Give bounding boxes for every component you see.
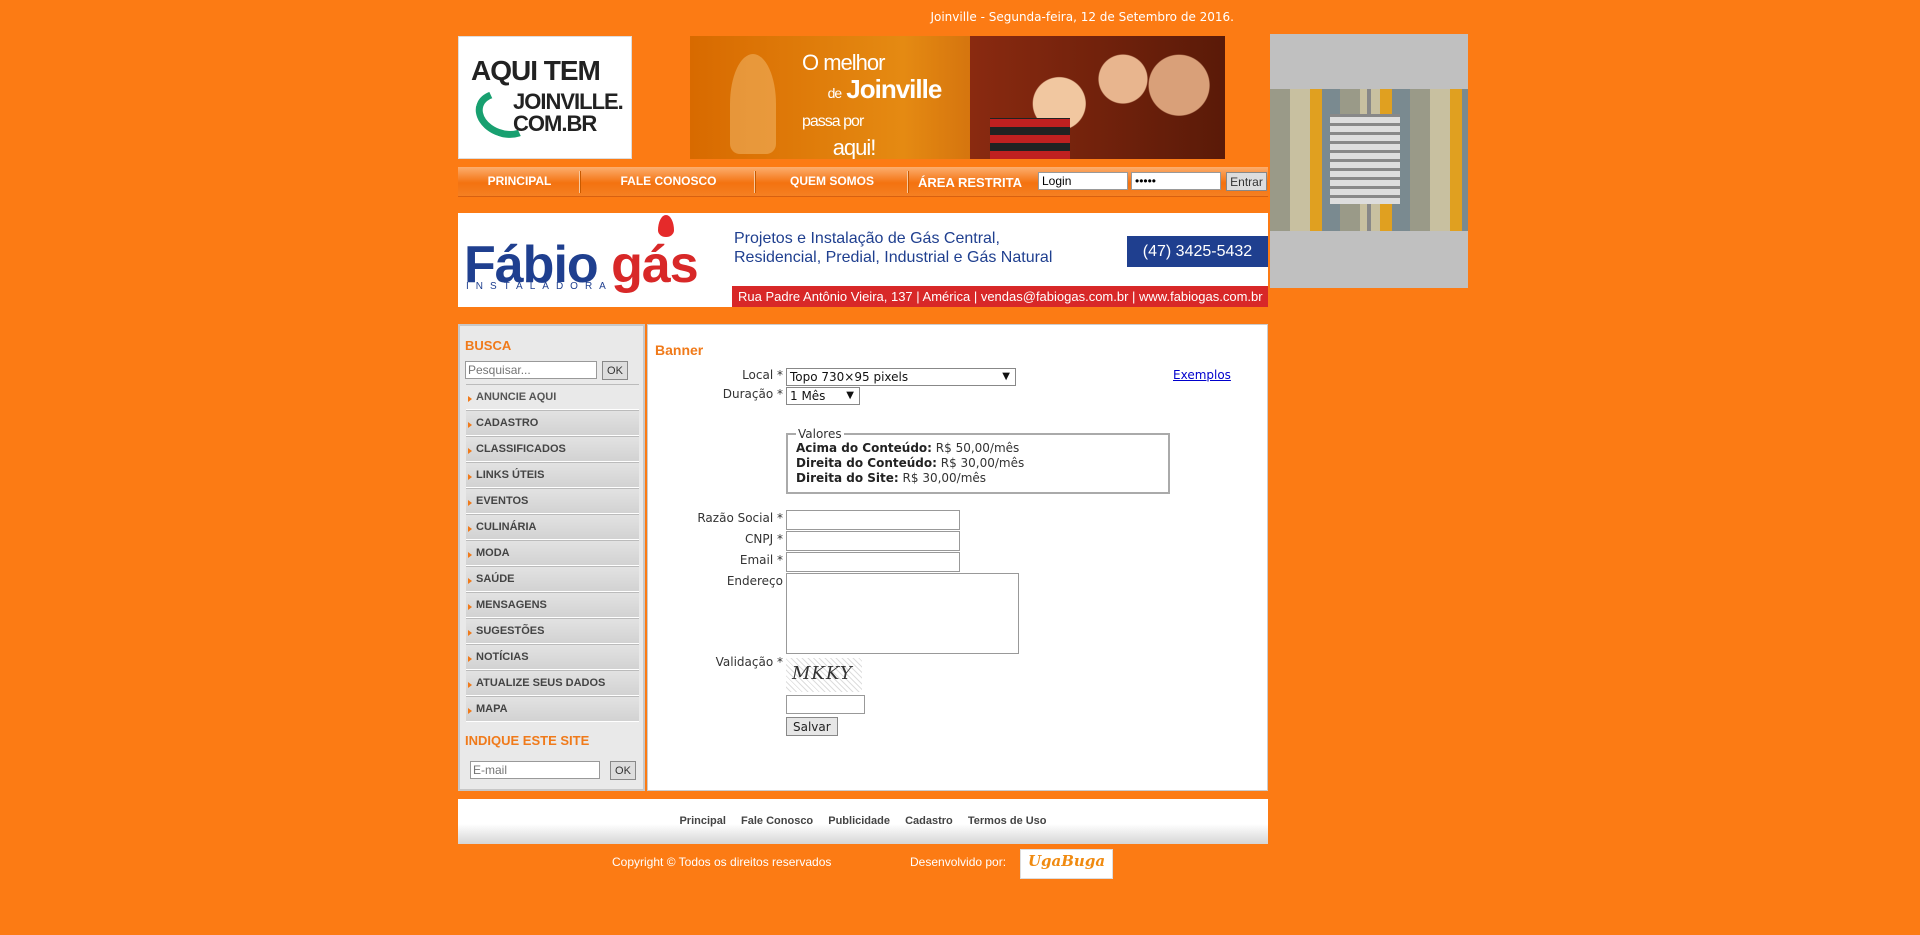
local-select[interactable]: Topo 730×95 pixels ▼: [786, 368, 1016, 386]
validacao-label: Validação *: [715, 655, 783, 669]
sidebar-item-noticias[interactable]: NOTÍCIAS: [466, 644, 639, 670]
valor-acima-conteudo: Acima do Conteúdo: R$ 50,00/mês: [796, 441, 1020, 455]
local-label: Local *: [742, 368, 783, 382]
developer-logo[interactable]: UgaBuga: [1020, 849, 1113, 879]
login-enter-button[interactable]: Entrar: [1226, 172, 1267, 191]
duracao-label: Duração *: [722, 387, 783, 401]
indique-ok-button[interactable]: OK: [610, 761, 636, 780]
cnpj-field[interactable]: [786, 531, 960, 551]
valor-direita-site: Direita do Site: R$ 30,00/mês: [796, 471, 987, 485]
flame-icon: [658, 215, 674, 237]
login-input[interactable]: [1038, 172, 1128, 190]
developed-by-text: Desenvolvido por:: [910, 855, 1007, 869]
footer-link-publicidade[interactable]: Publicidade: [828, 815, 890, 827]
indique-heading: INDIQUE ESTE SITE: [465, 733, 590, 748]
dancer-figure: [730, 54, 776, 154]
sponsor-subtitle: INSTALADORA: [466, 281, 613, 292]
endereco-label: Endereço: [726, 574, 783, 588]
sidebar-item-links-uteis[interactable]: LINKS ÚTEIS: [466, 462, 639, 488]
valores-box: Valores Acima do Conteúdo: R$ 50,00/mês …: [786, 427, 1170, 494]
sidebar-item-cadastro[interactable]: CADASTRO: [466, 410, 639, 436]
email-label: Email *: [739, 553, 783, 567]
cnpj-label: CNPJ *: [745, 532, 783, 546]
footer-link-principal[interactable]: Principal: [679, 815, 725, 827]
footer-links: Principal Fale Conosco Publicidade Cadas…: [458, 799, 1268, 844]
photo-collage: [1270, 89, 1468, 231]
sidebar: BUSCA OK ANUNCIE AQUI CADASTRO CLASSIFIC…: [458, 324, 645, 791]
valores-legend: Valores: [798, 427, 842, 441]
captcha-image: MKKY: [786, 658, 862, 692]
sidebar-menu: ANUNCIE AQUI CADASTRO CLASSIFICADOS LINK…: [466, 384, 639, 722]
copyright-text: Copyright © Todos os direitos reservados: [612, 855, 832, 869]
footer-link-fale-conosco[interactable]: Fale Conosco: [741, 815, 813, 827]
razao-social-field[interactable]: [786, 510, 960, 530]
search-heading: BUSCA: [465, 338, 512, 353]
date-text: Joinville - Segunda-feira, 12 de Setembr…: [930, 10, 1234, 24]
chevron-down-icon: ▼: [846, 390, 854, 401]
exemplos-link[interactable]: Exemplos: [1173, 368, 1231, 382]
razao-social-label: Razão Social *: [697, 511, 783, 525]
main-nav: PRINCIPAL FALE CONOSCO QUEM SOMOS ÁREA R…: [458, 167, 1268, 197]
nav-principal[interactable]: PRINCIPAL: [458, 167, 581, 197]
logo-line1: AQUI TEM: [471, 55, 601, 86]
nav-quem-somos[interactable]: QUEM SOMOS: [756, 167, 908, 197]
top-banner-text: O melhor de Joinville passa por aqui!: [802, 50, 942, 159]
area-restrita-label: ÁREA RESTRITA: [918, 175, 1022, 190]
email-field[interactable]: [786, 552, 960, 572]
nav-fale-conosco[interactable]: FALE CONOSCO: [582, 167, 755, 197]
sidebar-item-sugestoes[interactable]: SUGESTÕES: [466, 618, 639, 644]
search-ok-button[interactable]: OK: [602, 361, 628, 380]
page-title: Banner: [655, 342, 704, 358]
save-button[interactable]: Salvar: [786, 717, 838, 736]
footer-link-cadastro[interactable]: Cadastro: [905, 815, 953, 827]
sidebar-item-saude[interactable]: SAÚDE: [466, 566, 639, 592]
sidebar-item-mapa[interactable]: MAPA: [466, 696, 639, 722]
site-logo[interactable]: AQUI TEM JOINVILLE. COM.BR: [458, 36, 632, 159]
sidebar-item-anuncie-aqui[interactable]: ANUNCIE AQUI: [466, 384, 639, 410]
nav-separator: [579, 171, 581, 193]
logo-line2-3: JOINVILLE. COM.BR: [513, 89, 624, 136]
sponsor-phone: (47) 3425-5432: [1127, 236, 1268, 267]
footer-link-termos-de-uso[interactable]: Termos de Uso: [968, 815, 1047, 827]
chevron-down-icon: ▼: [1002, 371, 1010, 382]
sidebar-item-mensagens[interactable]: MENSAGENS: [466, 592, 639, 618]
indique-email-input[interactable]: [470, 761, 600, 779]
captcha-field[interactable]: [786, 695, 865, 714]
sidebar-item-atualize-seus-dados[interactable]: ATUALIZE SEUS DADOS: [466, 670, 639, 696]
sidebar-item-moda[interactable]: MODA: [466, 540, 639, 566]
valor-direita-conteudo: Direita do Conteúdo: R$ 30,00/mês: [796, 456, 1025, 470]
sidebar-item-culinaria[interactable]: CULINÁRIA: [466, 514, 639, 540]
building-photo: [1330, 114, 1400, 204]
sponsor-description: Projetos e Instalação de Gás Central, Res…: [734, 230, 1053, 266]
fabio-gas-banner[interactable]: Fábio gás INSTALADORA Projetos e Instala…: [458, 213, 1268, 307]
nav-separator: [907, 171, 909, 193]
striped-shirt: [990, 118, 1070, 159]
search-input[interactable]: [465, 361, 597, 379]
sidebar-item-classificados[interactable]: CLASSIFICADOS: [466, 436, 639, 462]
password-input[interactable]: [1131, 172, 1221, 190]
endereco-textarea[interactable]: [786, 573, 1019, 654]
main-content: Banner Local * Topo 730×95 pixels ▼ Exemp…: [647, 324, 1268, 791]
duracao-select[interactable]: 1 Mês ▼: [786, 387, 860, 405]
sidebar-item-eventos[interactable]: EVENTOS: [466, 488, 639, 514]
sponsor-address: Rua Padre Antônio Vieira, 137 | América …: [732, 286, 1268, 307]
top-banner-ad[interactable]: O melhor de Joinville passa por aqui!: [690, 36, 1225, 159]
right-side-ad[interactable]: [1270, 34, 1468, 288]
